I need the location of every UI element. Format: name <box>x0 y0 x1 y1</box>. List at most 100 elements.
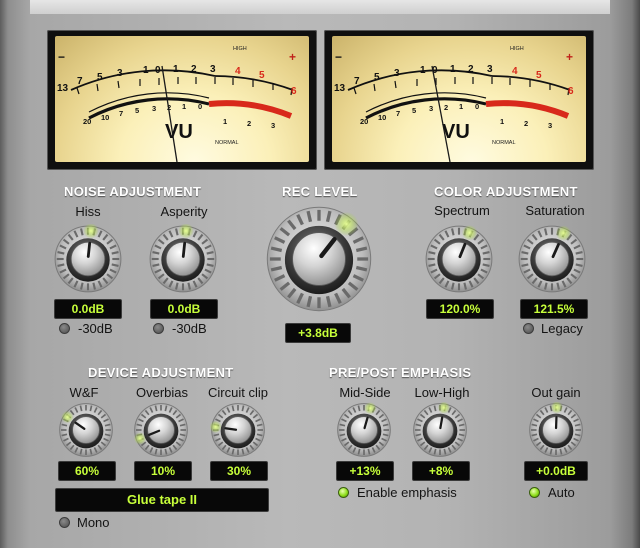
rec-level-knob[interactable] <box>264 204 374 314</box>
scale-bottom-8: 1 <box>223 117 227 126</box>
enable-emphasis-led[interactable] <box>338 487 349 498</box>
saturation-label: Saturation <box>525 203 585 218</box>
mid-side-knob[interactable] <box>336 402 392 458</box>
legacy-led[interactable] <box>523 323 534 334</box>
scale-bottom-9: 2 <box>524 119 528 128</box>
meter-needle <box>431 65 451 162</box>
scale-bottom-4: 3 <box>429 104 433 113</box>
scale-top-10: 5 <box>259 70 265 81</box>
legacy-label: Legacy <box>541 321 583 336</box>
asperity-knob[interactable] <box>148 223 218 294</box>
meter-plus-label: + <box>566 50 573 64</box>
scale-top-3: 3 <box>394 68 400 79</box>
scale-top-4: 1 <box>143 65 149 76</box>
scale-bottom-10: 3 <box>271 121 275 130</box>
hiss-30db-label: -30dB <box>78 321 113 336</box>
low-high-knob[interactable] <box>412 401 468 458</box>
wf-knob[interactable] <box>58 402 114 458</box>
meter-normal-label: NORMAL <box>215 140 239 146</box>
hiss-value[interactable]: 0.0dB <box>54 299 122 319</box>
scale-top-0: 13 <box>57 83 69 94</box>
scale-bottom-8: 1 <box>500 117 504 126</box>
hiss-30db-led[interactable] <box>59 323 70 334</box>
circuit-clip-knob[interactable] <box>209 402 266 458</box>
scale-bottom-0: 20 <box>83 117 91 126</box>
low-high-label: Low-High <box>414 385 470 400</box>
out-gain-value[interactable]: +0.0dB <box>524 461 588 481</box>
emphasis-header: PRE/POST EMPHASIS <box>329 365 472 380</box>
meter-needle <box>161 65 178 162</box>
scale-top-7: 2 <box>191 64 197 75</box>
tape-preset-selector[interactable]: Glue tape II <box>55 488 269 512</box>
scale-top-9: 4 <box>235 66 241 77</box>
meter-plus-label: + <box>289 50 296 64</box>
mid-side-label: Mid-Side <box>339 385 391 400</box>
auto-label: Auto <box>548 485 575 500</box>
scale-top-11: 6 <box>291 86 297 97</box>
scale-bottom-7: 0 <box>475 102 479 111</box>
meter-high-label: HIGH <box>233 46 247 52</box>
scale-bottom-9: 2 <box>247 119 251 128</box>
scale-bottom-1: 10 <box>101 113 109 122</box>
hiss-knob[interactable] <box>53 223 123 294</box>
auto-led[interactable] <box>529 487 540 498</box>
rec-level-value[interactable]: +3.8dB <box>285 323 351 343</box>
wf-value[interactable]: 60% <box>58 461 116 481</box>
scale-top-7: 2 <box>468 64 474 75</box>
out-gain-knob[interactable] <box>528 401 584 458</box>
rec-level-header: REC LEVEL <box>282 184 358 199</box>
low-high-value[interactable]: +8% <box>412 461 470 481</box>
vu-meter-right: − + HIGH NORMAL VU 13 7 5 3 1 0 1 2 3 4 … <box>324 30 594 170</box>
scale-top-6: 1 <box>173 64 179 75</box>
scale-top-6: 1 <box>450 64 456 75</box>
device-adjustment-header: DEVICE ADJUSTMENT <box>88 365 234 380</box>
meter-normal-label: NORMAL <box>492 140 516 146</box>
enable-emphasis-label: Enable emphasis <box>357 485 457 500</box>
asperity-value[interactable]: 0.0dB <box>150 299 218 319</box>
scale-top-8: 3 <box>210 64 216 75</box>
hiss-label: Hiss <box>75 204 101 219</box>
scale-top-5: 0 <box>155 65 161 76</box>
scale-top-3: 3 <box>117 68 123 79</box>
scale-bottom-2: 7 <box>119 109 123 118</box>
scale-bottom-10: 3 <box>548 121 552 130</box>
out-gain-label: Out gain <box>531 385 581 400</box>
top-strip <box>30 0 610 14</box>
scale-bottom-3: 5 <box>135 106 139 115</box>
scale-top-0: 13 <box>334 83 346 94</box>
overbias-label: Overbias <box>135 385 189 400</box>
scale-top-2: 5 <box>97 72 103 83</box>
overbias-knob[interactable] <box>133 402 189 458</box>
meter-minus-label: − <box>335 50 342 64</box>
scale-top-2: 5 <box>374 72 380 83</box>
meter-high-label: HIGH <box>510 46 524 52</box>
spectrum-knob[interactable] <box>424 224 494 294</box>
asperity-30db-label: -30dB <box>172 321 207 336</box>
scale-bottom-7: 0 <box>198 102 202 111</box>
scale-bottom-4: 3 <box>152 104 156 113</box>
scale-top-8: 3 <box>487 64 493 75</box>
circuit-clip-value[interactable]: 30% <box>210 461 268 481</box>
mono-label: Mono <box>77 515 110 530</box>
overbias-value[interactable]: 10% <box>134 461 192 481</box>
wf-label: W&F <box>69 385 99 400</box>
scale-bottom-5: 2 <box>444 103 448 112</box>
scale-bottom-1: 10 <box>378 113 386 122</box>
scale-top-11: 6 <box>568 86 574 97</box>
scale-top-1: 7 <box>354 76 360 87</box>
scale-top-1: 7 <box>77 76 83 87</box>
mid-side-value[interactable]: +13% <box>336 461 394 481</box>
scale-bottom-2: 7 <box>396 109 400 118</box>
scale-bottom-6: 1 <box>459 102 463 111</box>
scale-top-9: 4 <box>512 66 518 77</box>
plugin-panel: − + HIGH NORMAL VU 13 7 5 3 1 0 1 2 3 4 … <box>0 0 640 548</box>
scale-bottom-3: 5 <box>412 106 416 115</box>
asperity-30db-led[interactable] <box>153 323 164 334</box>
spectrum-label: Spectrum <box>434 203 490 218</box>
vu-meter-left: − + HIGH NORMAL VU 13 7 5 3 1 0 1 2 3 4 … <box>47 30 317 170</box>
saturation-value[interactable]: 121.5% <box>520 299 588 319</box>
noise-adjustment-header: NOISE ADJUSTMENT <box>64 184 202 199</box>
saturation-knob[interactable] <box>517 224 587 294</box>
mono-led[interactable] <box>59 517 70 528</box>
spectrum-value[interactable]: 120.0% <box>426 299 494 319</box>
